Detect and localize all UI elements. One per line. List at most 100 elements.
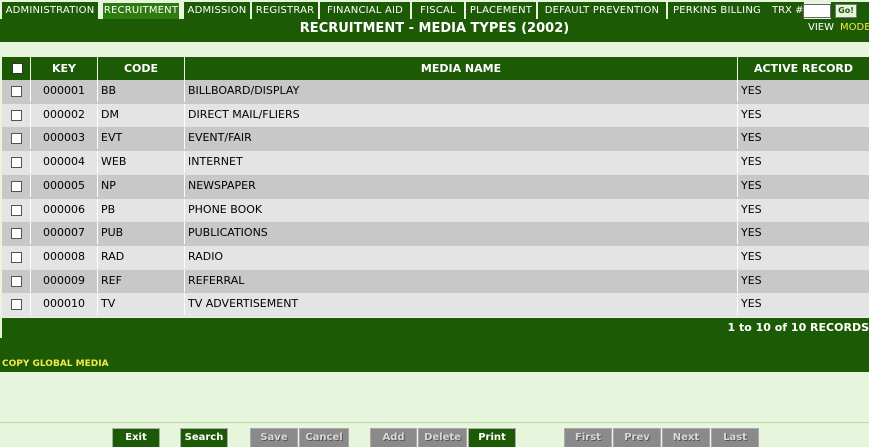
table-row[interactable]: 000001 BB BILLBOARD/DISPLAY YES [2,80,869,104]
cell-key: 000010 [31,293,98,316]
cell-select [2,174,31,197]
cell-code: RAD [98,245,185,268]
cell-code: BB [98,80,185,102]
row-checkbox[interactable] [11,275,22,287]
cell-key: 000008 [31,245,98,268]
trx-go-container: Go! [831,2,869,20]
cell-media-name: REFERRAL [185,269,738,292]
cell-key: 000009 [31,269,98,292]
mode-link[interactable]: MODE [840,22,869,33]
row-checkbox[interactable] [11,299,22,311]
nav-tab-fiscal[interactable]: FISCAL [412,2,464,20]
cell-select [2,269,31,292]
table-row[interactable]: 000009 REF REFERRAL YES [2,269,869,294]
row-checkbox[interactable] [11,204,22,216]
cell-media-name: PHONE BOOK [185,198,738,221]
title-bar: RECRUITMENT - MEDIA TYPES (2002) VIEW MO… [0,19,869,42]
cell-key: 000006 [31,198,98,221]
cell-active-record: YES [741,249,762,263]
add-button[interactable]: Add [370,428,417,447]
cell-select [2,127,31,150]
last-page-button[interactable]: Last [711,428,759,447]
cancel-button[interactable]: Cancel [299,428,349,447]
table-row[interactable]: 000005 NP NEWSPAPER YES [2,174,869,199]
cell-active-record: YES [741,297,762,311]
cell-key: 000003 [31,127,98,150]
cell-select [2,293,31,316]
trx-go-button[interactable]: Go! [835,4,857,18]
table-row[interactable]: 000004 WEB INTERNET YES [2,151,869,176]
nav-tab-financial-aid[interactable]: FINANCIAL AID [320,2,410,20]
row-checkbox[interactable] [11,180,22,192]
cell-code: PB [98,198,185,221]
row-checkbox[interactable] [11,133,22,145]
cell-active-record: YES [741,155,762,169]
select-all-checkbox[interactable] [12,63,23,74]
cell-active-record: YES [741,107,762,121]
cell-code: REF [98,269,185,292]
table-header: KEY CODE MEDIA NAME ACTIVE RECORD [2,57,869,80]
cell-key: 000007 [31,222,98,245]
trx-input[interactable] [803,4,831,18]
nav-tab-perkins-billing[interactable]: PERKINS BILLING [668,2,766,20]
exit-button[interactable]: Exit [112,428,160,447]
cell-key: 000004 [31,151,98,174]
cell-media-name: INTERNET [185,151,738,174]
cell-media-name: PUBLICATIONS [185,222,738,245]
cell-media-name: RADIO [185,245,738,268]
cell-active-record: YES [741,226,762,240]
cell-key: 000002 [31,103,98,126]
first-page-button[interactable]: First [564,428,612,447]
table-row[interactable]: 000002 DM DIRECT MAIL/FLIERS YES [2,103,869,128]
cell-select [2,198,31,221]
header-active-record[interactable]: ACTIVE RECORD [738,57,869,80]
trx-label: TRX #: [766,2,807,20]
view-mode-link[interactable]: VIEW [808,22,834,33]
prev-page-button[interactable]: Prev [613,428,661,447]
global-actions-bar: COPY GLOBAL MEDIA [0,338,869,372]
cell-media-name: TV ADVERTISEMENT [185,293,738,316]
cell-media-name: NEWSPAPER [185,174,738,197]
nav-tab-placement[interactable]: PLACEMENT [466,2,536,20]
cell-active-record: YES [741,178,762,192]
save-button[interactable]: Save [250,428,298,447]
row-checkbox[interactable] [11,157,22,169]
table-row[interactable]: 000008 RAD RADIO YES [2,245,869,270]
cell-active-record: YES [741,84,762,97]
nav-tab-recruitment[interactable]: RECRUITMENT [102,2,180,20]
delete-button[interactable]: Delete [418,428,467,447]
cell-code: WEB [98,151,185,174]
nav-tab-administration[interactable]: ADMINISTRATION [2,2,98,20]
table-row[interactable]: 000003 EVT EVENT/FAIR YES [2,127,869,152]
header-key[interactable]: KEY [31,57,98,80]
print-button[interactable]: Print [468,428,516,447]
header-code[interactable]: CODE [98,57,185,80]
cell-key: 000001 [31,80,98,102]
table-row[interactable]: 000006 PB PHONE BOOK YES [2,198,869,223]
nav-tab-admission[interactable]: ADMISSION [184,2,250,20]
cell-media-name: DIRECT MAIL/FLIERS [185,103,738,126]
row-checkbox[interactable] [11,251,22,263]
row-checkbox[interactable] [11,228,22,240]
cell-code: TV [98,293,185,316]
records-footer: 1 to 10 of 10 RECORDS [2,318,869,338]
page-title: RECRUITMENT - MEDIA TYPES (2002) [299,21,570,36]
nav-tab-registrar[interactable]: REGISTRAR [252,2,318,20]
next-page-button[interactable]: Next [662,428,710,447]
cell-active-record: YES [741,273,762,287]
table-row[interactable]: 000010 TV TV ADVERTISEMENT YES [2,293,869,318]
cell-code: PUB [98,222,185,245]
cell-key: 000005 [31,174,98,197]
nav-tab-default-prevention[interactable]: DEFAULT PREVENTION [538,2,666,20]
copy-global-media-link[interactable]: COPY GLOBAL MEDIA [2,359,109,369]
cell-select [2,245,31,268]
cell-select [2,222,31,245]
row-checkbox[interactable] [11,86,22,97]
row-checkbox[interactable] [11,109,22,121]
cell-code: EVT [98,127,185,150]
cell-select [2,80,31,102]
search-button[interactable]: Search [180,428,228,447]
table-row[interactable]: 000007 PUB PUBLICATIONS YES [2,222,869,247]
header-media-name[interactable]: MEDIA NAME [185,57,738,80]
cell-code: NP [98,174,185,197]
